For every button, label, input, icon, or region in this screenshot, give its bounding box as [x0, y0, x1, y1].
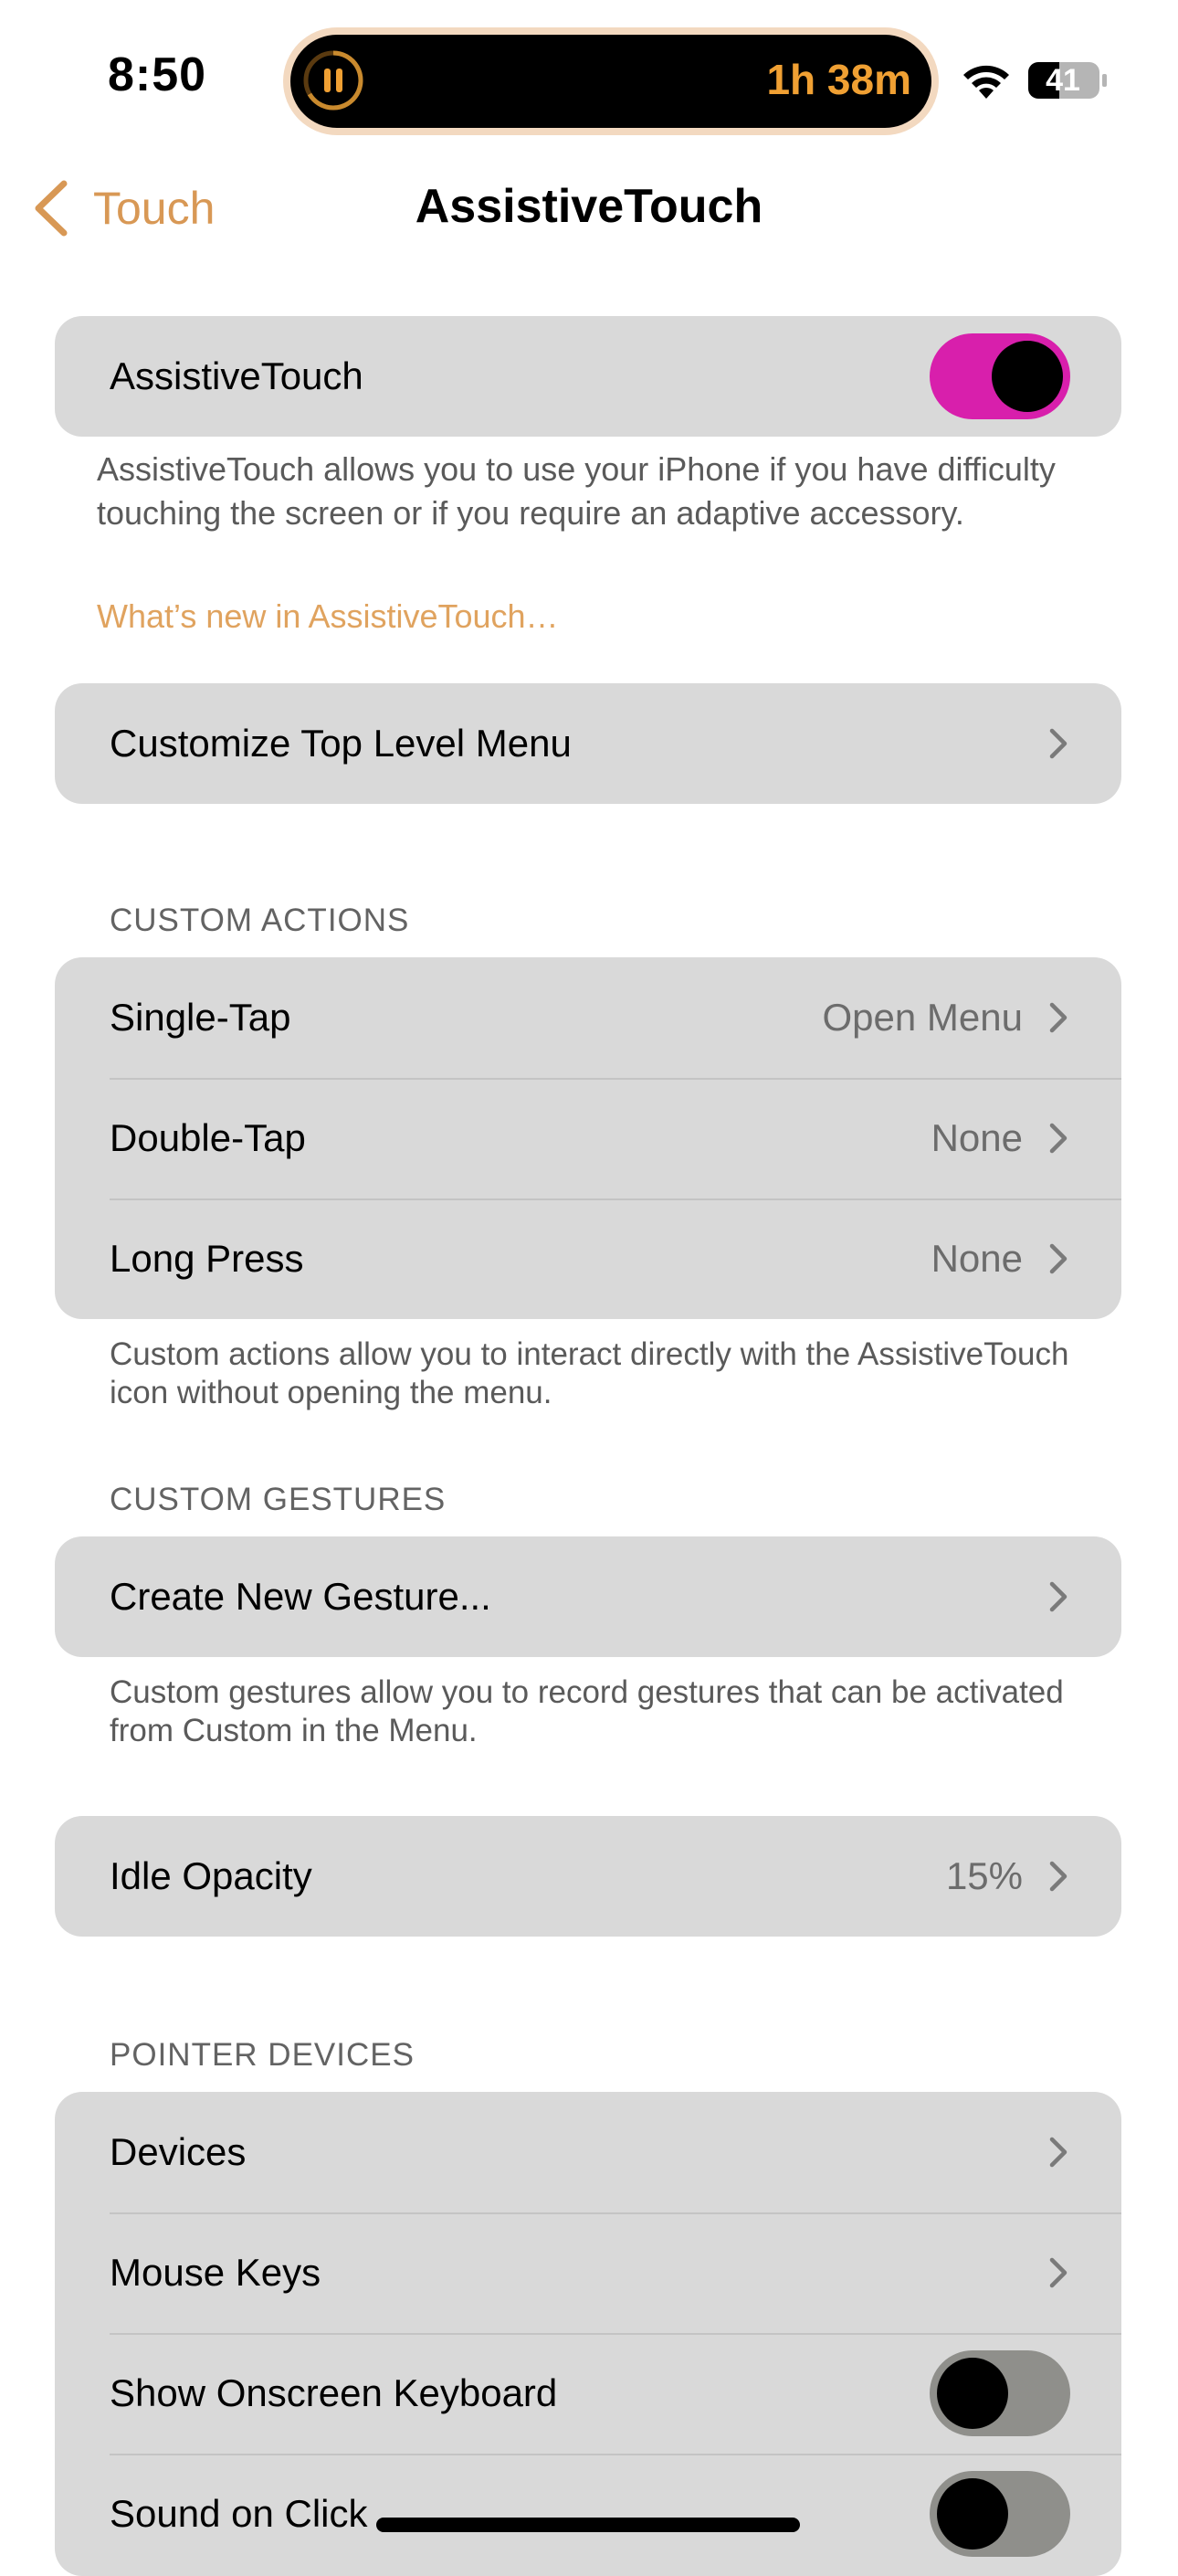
chevron-right-icon — [1049, 1002, 1068, 1033]
battery-level: 41 — [1046, 63, 1080, 98]
mouse-keys-row[interactable]: Mouse Keys — [55, 2212, 1121, 2333]
live-activity-timer: 1h 38m — [766, 56, 911, 103]
chevron-right-icon — [1049, 728, 1068, 759]
wifi-icon — [963, 65, 1009, 99]
show-onscreen-keyboard-row: Show Onscreen Keyboard — [55, 2333, 1121, 2454]
toggle-knob — [937, 2478, 1008, 2550]
custom-actions-footer: Custom actions allow you to interact dir… — [110, 1336, 1069, 1410]
assistivetouch-row: AssistiveTouch — [55, 316, 1121, 437]
chevron-right-icon — [1049, 2257, 1068, 2288]
idle-opacity-label: Idle Opacity — [110, 1854, 312, 1897]
custom-actions-header: CUSTOM ACTIONS — [110, 903, 410, 938]
custom-gestures-header: CUSTOM GESTURES — [110, 1482, 447, 1517]
show-onscreen-keyboard-label: Show Onscreen Keyboard — [110, 2371, 558, 2414]
toggle-knob — [937, 2358, 1008, 2429]
pointer-devices-group: Devices Mouse Keys Show Onscreen Keyboar… — [55, 2092, 1121, 2576]
long-press-label: Long Press — [110, 1237, 304, 1280]
long-press-row[interactable]: Long Press None — [55, 1198, 1121, 1319]
double-tap-label: Double-Tap — [110, 1116, 306, 1159]
custom-gestures-footer: Custom gestures allow you to record gest… — [110, 1674, 1064, 1748]
single-tap-row[interactable]: Single-Tap Open Menu — [55, 957, 1121, 1078]
double-tap-row[interactable]: Double-Tap None — [55, 1078, 1121, 1198]
assistivetouch-label: AssistiveTouch — [110, 354, 363, 397]
assistivetouch-group: AssistiveTouch — [55, 316, 1121, 437]
toggle-knob — [992, 341, 1063, 412]
devices-row[interactable]: Devices — [55, 2092, 1121, 2212]
page-title: AssistiveTouch — [415, 180, 763, 233]
customize-top-level-menu-row[interactable]: Customize Top Level Menu — [55, 683, 1121, 804]
idle-opacity-group: Idle Opacity 15% — [55, 1816, 1121, 1937]
customize-top-level-menu-label: Customize Top Level Menu — [110, 722, 572, 765]
chevron-right-icon — [1049, 1581, 1068, 1612]
long-press-value: None — [931, 1237, 1023, 1280]
sound-on-click-row: Sound on Click — [55, 2454, 1121, 2574]
chevron-right-icon — [1049, 1123, 1068, 1154]
assistivetouch-toggle[interactable] — [930, 333, 1070, 419]
chevron-right-icon — [1049, 2137, 1068, 2168]
devices-label: Devices — [110, 2130, 247, 2173]
idle-opacity-row[interactable]: Idle Opacity 15% — [55, 1816, 1121, 1937]
pointer-devices-header: POINTER DEVICES — [110, 2037, 415, 2073]
show-onscreen-keyboard-toggle[interactable] — [930, 2350, 1070, 2436]
create-new-gesture-label: Create New Gesture... — [110, 1575, 491, 1618]
single-tap-value: Open Menu — [822, 996, 1023, 1039]
pause-icon[interactable] — [301, 48, 365, 112]
status-bar: 8:50 1h 38m 41 — [0, 0, 1178, 155]
idle-opacity-value: 15% — [945, 1854, 1023, 1897]
chevron-right-icon — [1049, 1861, 1068, 1892]
customize-group: Customize Top Level Menu — [55, 683, 1121, 804]
custom-gestures-group: Create New Gesture... — [55, 1536, 1121, 1657]
double-tap-value: None — [931, 1116, 1023, 1159]
sound-on-click-toggle[interactable] — [930, 2471, 1070, 2557]
chevron-right-icon — [1049, 1243, 1068, 1274]
mouse-keys-label: Mouse Keys — [110, 2251, 321, 2294]
whats-new-link[interactable]: What’s new in AssistiveTouch… — [97, 597, 559, 636]
create-new-gesture-row[interactable]: Create New Gesture... — [55, 1536, 1121, 1657]
assistivetouch-description: AssistiveTouch allows you to use your iP… — [97, 450, 1056, 532]
status-time: 8:50 — [108, 48, 207, 101]
custom-actions-group: Single-Tap Open Menu Double-Tap None Lon… — [55, 957, 1121, 1319]
home-indicator[interactable] — [376, 2518, 800, 2532]
single-tap-label: Single-Tap — [110, 996, 291, 1039]
